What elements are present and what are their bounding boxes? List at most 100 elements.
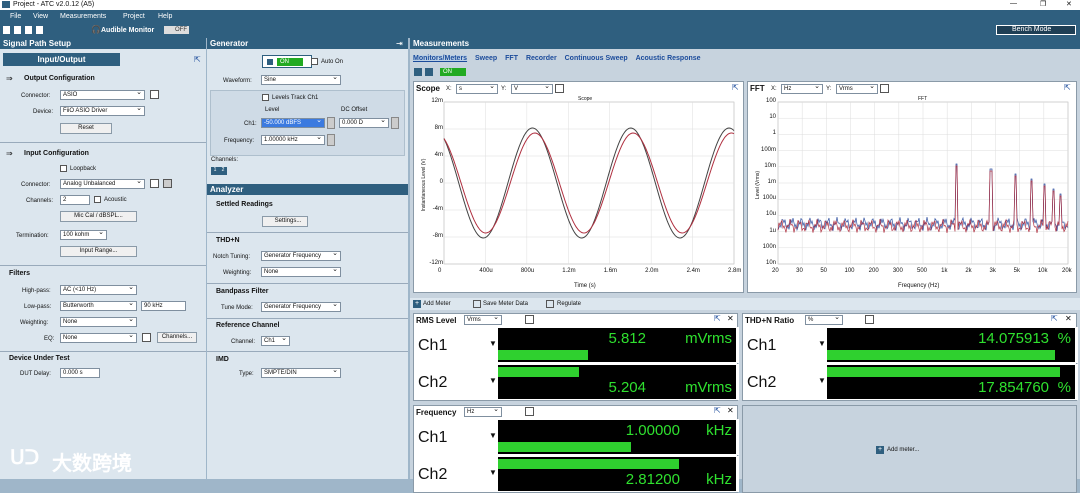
add-meter-button[interactable]: Add Meter [423, 300, 451, 308]
tab-continuous-sweep[interactable]: Continuous Sweep [565, 55, 628, 62]
freq-unit-select[interactable]: Hz [464, 406, 502, 417]
chevron-down-icon[interactable]: ▼ [489, 468, 497, 477]
loopback-checkbox[interactable] [60, 165, 67, 172]
chevron-down-icon[interactable]: ▼ [818, 339, 826, 348]
rms-popout-icon[interactable]: ⇱ [714, 314, 721, 323]
chevron-down-icon[interactable]: ▼ [489, 431, 497, 440]
channels-stepper[interactable]: 2 [60, 195, 90, 205]
regulate-icon[interactable] [546, 300, 554, 308]
expand-icon[interactable]: ⇱ [194, 55, 201, 64]
menu-measurements[interactable]: Measurements [60, 13, 106, 20]
thdn-settings-icon[interactable] [865, 315, 874, 324]
menu-view[interactable]: View [33, 13, 48, 20]
levels-track-checkbox[interactable] [262, 94, 269, 101]
channels-button[interactable]: Channels... [157, 332, 197, 343]
add-meter-icon[interactable]: + [413, 300, 421, 308]
thdn-unit-select[interactable]: % [805, 314, 843, 325]
add-meter-panel[interactable]: + Add meter... [742, 405, 1077, 493]
lowpass-freq-input[interactable]: 90 kHz [141, 301, 186, 311]
eq-select[interactable]: None [60, 332, 137, 343]
freq-settings-icon[interactable] [525, 407, 534, 416]
regulate-button[interactable]: Regulate [557, 300, 581, 308]
dc-offset-input[interactable]: 0.000 D [339, 117, 389, 128]
frequency-input[interactable]: 1.00000 kHz [261, 134, 325, 145]
ch1-level-input[interactable]: -50.000 dBFS [261, 117, 325, 128]
dut-delay-input[interactable]: 0.000 s [60, 368, 100, 378]
analyzer-weighting-select[interactable]: None [261, 266, 341, 277]
output-device-select[interactable]: FiiO ASIO Driver [60, 105, 145, 116]
tune-mode-select[interactable]: Generator Frequency [261, 301, 341, 312]
scope-y-select[interactable]: V [511, 83, 553, 94]
lowpass-select[interactable]: Butterworth [60, 300, 137, 311]
imd-type-select[interactable]: SMPTE/DIN [261, 367, 341, 378]
thdn-close-icon[interactable]: ✕ [1065, 314, 1072, 323]
minimize-icon[interactable]: — [1010, 0, 1017, 7]
mic-cal-button[interactable]: Mic Cal / dBSPL... [60, 211, 137, 222]
input-grid-icon[interactable] [163, 179, 172, 188]
ch1-level-spinner[interactable] [327, 117, 335, 129]
save-icon[interactable] [25, 26, 32, 34]
scope-popout-icon[interactable]: ⇱ [732, 83, 739, 92]
audible-monitor-toggle[interactable]: OFF [164, 26, 189, 34]
settings-icon[interactable] [36, 26, 43, 34]
close-icon[interactable]: ✕ [1066, 0, 1072, 8]
open-icon[interactable] [14, 26, 21, 34]
save-meter-button[interactable]: Save Meter Data [483, 300, 528, 308]
tab-sweep[interactable]: Sweep [475, 55, 497, 62]
scope-settings-icon[interactable] [555, 84, 564, 93]
meters-on-toggle[interactable]: ON [440, 68, 466, 76]
input-settings-icon[interactable] [150, 179, 159, 188]
fft-settings-icon[interactable] [880, 84, 889, 93]
termination-select[interactable]: 100 kohm [60, 229, 107, 240]
save-meter-icon[interactable] [473, 300, 481, 308]
rms-unit-select[interactable]: Vrms [464, 314, 502, 325]
output-connector-select[interactable]: ASIO [60, 89, 145, 100]
fft-x-tick: 200 [868, 268, 879, 274]
input-connector-select[interactable]: Analog Unbalanced [60, 178, 145, 189]
chevron-down-icon[interactable]: ▼ [489, 376, 497, 385]
dc-offset-spinner[interactable] [391, 117, 399, 129]
menu-help[interactable]: Help [158, 13, 172, 20]
input-range-button[interactable]: Input Range... [60, 246, 137, 257]
freq-popout-icon[interactable]: ⇱ [714, 406, 721, 415]
rms-ch1-label: Ch1 [418, 337, 448, 354]
generator-pin-icon[interactable]: ⇥ [396, 39, 403, 48]
tab-monitors-meters[interactable]: Monitors/Meters [413, 55, 468, 62]
freq-close-icon[interactable]: ✕ [727, 406, 734, 415]
new-icon[interactable] [3, 26, 10, 34]
menu-bar: File View Measurements Project Help [0, 10, 1080, 23]
channel-1-button[interactable]: 1 [211, 167, 219, 175]
analyzer-settings-button[interactable]: Settings... [262, 216, 308, 227]
menu-file[interactable]: File [10, 13, 21, 20]
maximize-icon[interactable]: ❐ [1040, 0, 1046, 8]
eq-settings-icon[interactable] [142, 333, 151, 342]
rms-close-icon[interactable]: ✕ [727, 314, 734, 323]
thdn-popout-icon[interactable]: ⇱ [1051, 314, 1058, 323]
tab-recorder[interactable]: Recorder [526, 55, 557, 62]
auto-on-checkbox[interactable] [311, 58, 318, 65]
add-meter-label: Add meter... [887, 447, 920, 453]
rms-settings-icon[interactable] [525, 315, 534, 324]
channel-2-button[interactable]: 2 [219, 167, 227, 175]
fft-popout-icon[interactable]: ⇱ [1064, 83, 1071, 92]
bench-mode-select[interactable]: Bench Mode [996, 25, 1076, 35]
output-settings-icon[interactable] [150, 90, 159, 99]
frequency-spinner[interactable] [327, 134, 335, 146]
reset-button[interactable]: Reset [60, 123, 112, 134]
chevron-down-icon[interactable]: ▼ [489, 339, 497, 348]
tab-acoustic-response[interactable]: Acoustic Response [636, 55, 701, 62]
notch-tuning-select[interactable]: Generator Frequency [261, 250, 341, 261]
ref-channel-select[interactable]: Ch1 [261, 335, 290, 346]
scope-x-select[interactable]: s [456, 83, 498, 94]
highpass-select[interactable]: AC (<10 Hz) [60, 284, 137, 295]
waveform-select[interactable]: Sine [261, 74, 341, 85]
acoustic-checkbox[interactable] [94, 196, 101, 203]
chevron-down-icon[interactable]: ▼ [818, 376, 826, 385]
fft-y-select[interactable]: Vrms [836, 83, 878, 94]
menu-project[interactable]: Project [123, 13, 145, 20]
tab-fft[interactable]: FFT [505, 55, 518, 62]
generator-on-toggle[interactable]: ON [277, 58, 303, 66]
io-selector[interactable]: Input/Output [3, 53, 120, 66]
weighting-select[interactable]: None [60, 316, 137, 327]
fft-x-select[interactable]: Hz [781, 83, 823, 94]
